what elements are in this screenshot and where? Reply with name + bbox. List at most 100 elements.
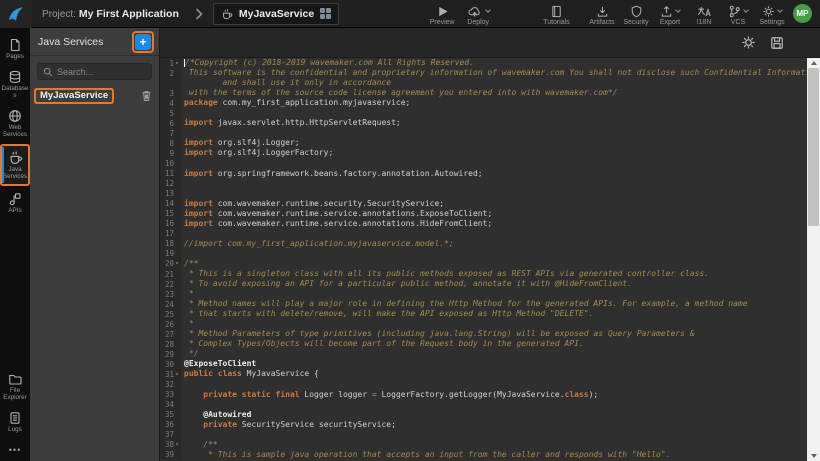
code-line: 7 — [160, 128, 807, 138]
code-area[interactable]: 1▾/*Copyright (c) 2018-2019 wavemaker.co… — [160, 58, 807, 461]
i18n-button[interactable]: I18N — [691, 1, 717, 26]
preview-label: Preview — [430, 19, 455, 26]
wavemaker-logo-icon — [6, 4, 26, 24]
fold-toggle-icon[interactable]: ▾ — [174, 371, 180, 378]
code-text[interactable]: * Method Parameters of type primitives (… — [181, 329, 807, 339]
code-line: 34 — [160, 400, 807, 410]
code-line: 13 — [160, 189, 807, 199]
caret-down-icon[interactable] — [743, 7, 749, 13]
code-line: 22 * To avoid exposing an API for a part… — [160, 279, 807, 289]
code-text[interactable]: import com.wavemaker.runtime.service.ann… — [181, 209, 807, 219]
wavemaker-logo[interactable] — [0, 0, 32, 28]
avatar[interactable]: MP — [793, 4, 812, 23]
settings-button[interactable]: Settings — [759, 1, 785, 26]
code-text[interactable]: @ExposeToClient — [181, 359, 807, 369]
fold-toggle-icon[interactable]: ▾ — [174, 441, 180, 448]
sidebar-item-label: Java Services — [0, 166, 30, 180]
code-text[interactable]: * This is a singleton class with all its… — [181, 269, 807, 279]
service-list-item[interactable]: MyJavaService — [30, 86, 159, 105]
code-text[interactable]: import javax.servlet.http.HttpServletReq… — [181, 118, 807, 128]
caret-down-icon[interactable] — [675, 7, 681, 13]
scroll-up-icon[interactable] — [807, 58, 820, 68]
save-button[interactable] — [770, 36, 784, 50]
code-line: 16import com.wavemaker.runtime.service.a… — [160, 219, 807, 229]
sidebar-item-databases[interactable]: Databases — [0, 66, 30, 103]
code-text[interactable]: public class MyJavaService { — [181, 369, 807, 379]
sidebar-item-java-services[interactable]: Java Services — [0, 144, 30, 186]
code-line: 6import javax.servlet.http.HttpServletRe… — [160, 118, 807, 128]
code-text[interactable]: */ — [181, 349, 807, 359]
code-text[interactable]: private static final Logger logger = Log… — [181, 390, 807, 400]
code-text[interactable]: import com.wavemaker.runtime.service.ann… — [181, 219, 807, 229]
sidebar-item-web-services[interactable]: Web Services — [0, 105, 30, 142]
code-text[interactable]: //import com.my_first_application.myjava… — [181, 239, 807, 249]
search-input[interactable] — [57, 67, 147, 77]
java-services-panel: Java Services + MyJavaService — [30, 28, 160, 461]
deploy-button[interactable]: Deploy — [465, 1, 491, 26]
code-text[interactable]: This software is the confidential and pr… — [181, 68, 807, 78]
code-text[interactable]: * that starts with delete/remove, will m… — [181, 309, 807, 319]
code-text[interactable]: * — [181, 289, 807, 299]
add-service-button[interactable]: + — [135, 34, 151, 50]
security-label: Security — [623, 19, 648, 26]
fold-toggle-icon[interactable]: ▾ — [174, 260, 180, 267]
export-button[interactable]: Export — [657, 1, 683, 26]
logs-icon — [8, 411, 22, 425]
databases-icon — [8, 70, 22, 84]
vcs-icon — [728, 4, 748, 18]
more-options-button[interactable]: ••• — [9, 439, 21, 461]
code-text[interactable]: package com.my_first_application.myjavas… — [181, 98, 807, 108]
caret-down-icon[interactable] — [777, 7, 783, 13]
settings-label: Settings — [759, 19, 784, 26]
sidebar-item-label: APIs — [0, 207, 30, 214]
code-line: 1▾/*Copyright (c) 2018-2019 wavemaker.co… — [160, 58, 807, 68]
line-number: 27 — [160, 329, 181, 339]
tutorials-button[interactable]: Tutorials — [543, 1, 570, 26]
project-name[interactable]: My First Application — [79, 8, 179, 20]
code-text[interactable]: import org.slf4j.LoggerFactory; — [181, 148, 807, 158]
code-text[interactable]: * Complex Types/Objects will become part… — [181, 339, 807, 349]
fold-toggle-icon[interactable]: ▾ — [174, 60, 180, 67]
code-text[interactable]: * Method names will play a major role in… — [181, 299, 807, 309]
tab-myjavaservice[interactable]: MyJavaService — [213, 3, 339, 25]
code-text[interactable]: import org.slf4j.Logger; — [181, 138, 807, 148]
code-text[interactable]: import com.wavemaker.runtime.security.Se… — [181, 199, 807, 209]
vcs-button[interactable]: VCS — [725, 1, 751, 26]
trash-icon[interactable] — [141, 90, 152, 102]
code-text[interactable]: /*Copyright (c) 2018-2019 wavemaker.com … — [181, 58, 807, 68]
code-text[interactable]: /** — [181, 440, 807, 450]
line-number: 20▾ — [160, 259, 181, 269]
preview-button[interactable]: Preview — [429, 1, 455, 26]
sidebar-item-file-explorer[interactable]: File Explorer — [0, 368, 30, 405]
code-text[interactable]: and shall use it only in accordance — [181, 78, 807, 88]
line-number: 26 — [160, 319, 181, 329]
line-number: 11 — [160, 169, 181, 179]
sidebar-item-apis[interactable]: APIs — [0, 188, 30, 218]
code-text[interactable]: @Autowired — [181, 410, 807, 420]
service-name[interactable]: MyJavaService — [34, 88, 114, 104]
editor-scrollbar[interactable] — [807, 58, 820, 461]
code-text[interactable]: * To avoid exposing an API for a particu… — [181, 279, 807, 289]
chevron-right-icon[interactable] — [195, 8, 203, 20]
code-text[interactable]: /** — [181, 259, 807, 269]
code-text[interactable]: * This is sample java operation that acc… — [181, 450, 807, 460]
line-number: 39 — [160, 450, 181, 460]
scroll-down-icon[interactable] — [807, 451, 820, 461]
code-text[interactable]: * — [181, 319, 807, 329]
line-number: 32 — [160, 380, 181, 390]
grid-icon[interactable] — [320, 8, 331, 19]
line-number: 12 — [160, 179, 181, 189]
scrollbar-thumb[interactable] — [808, 68, 819, 226]
preview-icon — [436, 4, 449, 18]
sidebar-item-logs[interactable]: Logs — [0, 407, 30, 437]
code-text[interactable]: import org.springframework.beans.factory… — [181, 169, 807, 179]
sidebar-item-pages[interactable]: Pages — [0, 34, 30, 64]
editor-settings-button[interactable] — [741, 35, 756, 50]
security-button[interactable]: Security — [623, 1, 649, 26]
code-text[interactable]: private SecurityService securityService; — [181, 420, 807, 430]
file-explorer-icon — [8, 372, 22, 386]
artifacts-button[interactable]: Artifacts — [589, 1, 615, 26]
caret-down-icon[interactable] — [485, 7, 491, 13]
code-line: 23 * — [160, 289, 807, 299]
code-text[interactable]: with the terms of the source code licens… — [181, 88, 807, 98]
